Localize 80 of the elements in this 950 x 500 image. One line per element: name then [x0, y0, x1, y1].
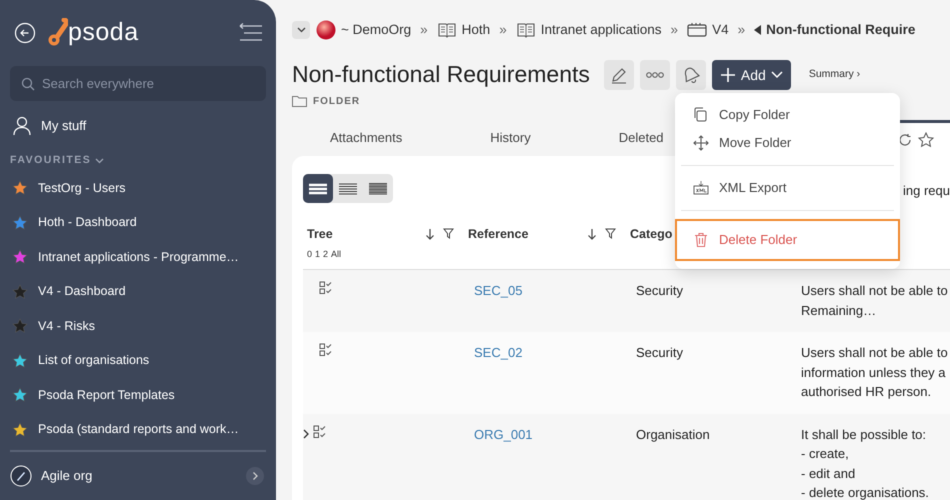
chevron-down-icon	[770, 71, 783, 79]
star-icon	[918, 132, 934, 148]
menu-item[interactable]: XML Export	[675, 174, 900, 202]
menu-item[interactable]: Move Folder	[675, 129, 900, 157]
table-cell: Organisation	[636, 426, 710, 442]
separator: »	[670, 20, 678, 39]
breadcrumb-link[interactable]: ~ DemoOrg	[341, 20, 412, 40]
column-header[interactable]: Catego	[630, 225, 672, 244]
item-type: FOLDER	[313, 94, 360, 108]
sidebar-item[interactable]: V4 - Dashboard	[38, 282, 126, 302]
sidebar-item[interactable]: Psoda Report Templates	[38, 386, 175, 405]
table-cell-text: Users shall not be able to information unless they a authorised HR person.	[801, 344, 949, 401]
separator: »	[499, 20, 507, 39]
more-button[interactable]	[640, 60, 670, 90]
organisation-avatar-icon	[316, 20, 336, 40]
caret-left-icon	[754, 25, 762, 35]
sort-arrow-icon[interactable]	[587, 228, 597, 240]
sidebar-item[interactable]: Hoth - Dashboard	[38, 213, 137, 232]
breadcrumb-link[interactable]: Intranet applications	[540, 20, 662, 40]
filter-icon[interactable]	[605, 228, 616, 240]
sort-arrow-icon[interactable]	[425, 228, 435, 240]
breadcrumb-current: Non-functional Require	[766, 20, 916, 39]
tree-level-link[interactable]: 0	[307, 248, 312, 262]
column-header[interactable]: Tree	[307, 225, 333, 244]
copy-icon	[693, 107, 709, 123]
tab[interactable]: Deleted	[618, 128, 664, 148]
watch-button[interactable]	[676, 60, 706, 90]
folder-icon	[292, 95, 307, 107]
section-heading: FAVOURITES	[10, 153, 92, 168]
logo[interactable]: psoda	[46, 14, 139, 52]
tree-level-link[interactable]: All	[331, 248, 342, 262]
table-cell-text: Users shall not be able to Remaining…	[801, 282, 949, 320]
tree-level-link[interactable]: 2	[323, 248, 328, 262]
trash-icon	[693, 232, 709, 248]
column-header[interactable]: Reference	[468, 225, 528, 244]
edit-button[interactable]	[604, 60, 634, 90]
table-cell: Security	[636, 283, 683, 298]
sidebar-item[interactable]: V4 - Risks	[38, 316, 95, 336]
chevron-down-icon	[296, 27, 306, 33]
menu-item[interactable]: Delete Folder	[675, 219, 900, 261]
add-button[interactable]: Add	[712, 60, 791, 90]
dropdown-button[interactable]	[292, 21, 310, 39]
sidebar-item[interactable]: Psoda (standard reports and work…	[38, 420, 239, 440]
sidebar-item[interactable]: TestOrg - Users	[38, 178, 126, 198]
tab[interactable]: Attachments	[330, 128, 402, 148]
separator: »	[420, 20, 428, 39]
table-cell: Security	[636, 345, 683, 360]
tab[interactable]: History	[490, 128, 531, 148]
description-text: ing requ	[903, 182, 950, 200]
sidebar-item[interactable]: Intranet applications - Programme…	[38, 248, 239, 267]
breadcrumb-link[interactable]: Hoth	[462, 20, 490, 40]
page-title: Non-functional Requirements	[292, 61, 590, 89]
breadcrumb-link[interactable]: V4	[712, 20, 729, 40]
summary-link[interactable]: Summary ›	[808, 67, 860, 83]
reference-link[interactable]: SEC_02	[474, 345, 522, 360]
chevron-right-icon[interactable]	[246, 467, 264, 485]
plus-icon	[720, 67, 736, 83]
organisation-name[interactable]: Agile org	[41, 466, 92, 486]
view-mode-button[interactable]	[303, 174, 333, 203]
list-lines-icon	[368, 180, 388, 197]
back-icon[interactable]	[14, 22, 36, 44]
sidebar-item[interactable]: List of organisations	[38, 351, 150, 370]
table-cell-text: It shall be possible to: - create, - edit and - delete organisations.	[801, 426, 930, 500]
refresh-icon	[898, 132, 912, 146]
checklist-icon	[313, 424, 328, 438]
xml-export-icon	[693, 180, 709, 196]
reference-link[interactable]: ORG_001	[474, 426, 533, 442]
separator: »	[738, 20, 746, 39]
search-field[interactable]: Search everywhere	[10, 66, 266, 101]
chevron-right-icon[interactable]	[303, 428, 310, 438]
move-icon	[693, 135, 709, 151]
chevron-down-icon[interactable]	[95, 158, 104, 164]
logo-icon	[46, 18, 68, 48]
filter-icon[interactable]	[443, 228, 454, 240]
tree-level-link[interactable]: 1	[315, 248, 320, 262]
sidebar-item[interactable]: My stuff	[41, 116, 86, 136]
search-icon	[21, 77, 35, 91]
person-icon	[12, 116, 32, 136]
reference-link[interactable]: SEC_05	[474, 283, 522, 298]
menu-item[interactable]: Copy Folder	[675, 101, 900, 129]
